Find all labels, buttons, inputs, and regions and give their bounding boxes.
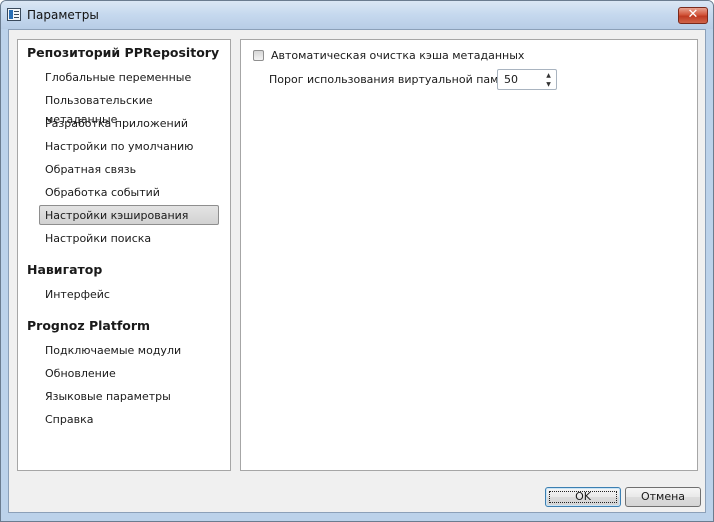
settings-nav-panel: Репозиторий PPRepository Глобальные пере… [17,39,231,471]
nav-item-global-variables[interactable]: Глобальные переменные [39,67,219,87]
nav-item-interface[interactable]: Интерфейс [39,284,219,304]
nav-group-title-platform: Prognoz Platform [27,318,151,333]
vm-threshold-spinbox[interactable]: ▲ ▼ [497,69,557,90]
dialog-body: Репозиторий PPRepository Глобальные пере… [8,29,706,513]
nav-item-default-settings[interactable]: Настройки по умолчанию [39,136,219,156]
title-bar[interactable]: Параметры ✕ [1,1,713,29]
close-button[interactable]: ✕ [678,7,708,24]
nav-item-plugins[interactable]: Подключаемые модули [39,340,219,360]
focus-rectangle [549,491,617,503]
vm-threshold-input[interactable] [504,72,540,87]
window-title: Параметры [27,8,99,22]
nav-item-user-metadata[interactable]: Пользовательские метаданные [39,90,219,126]
ok-button[interactable]: OK [545,487,621,507]
nav-item-language-settings[interactable]: Языковые параметры [39,386,219,406]
auto-clear-cache-checkbox[interactable] [253,50,264,61]
parameters-dialog: Параметры ✕ Репозиторий PPRepository Гло… [0,0,714,522]
spin-down-icon[interactable]: ▼ [544,80,553,89]
nav-group-title-navigator: Навигатор [27,262,103,277]
nav-item-update[interactable]: Обновление [39,363,219,383]
nav-item-caching-settings[interactable]: Настройки кэширования [39,205,219,225]
nav-group-title-repository: Репозиторий PPRepository [27,45,220,60]
app-window-icon [7,8,21,21]
vm-threshold-label: Порог использования виртуальной памяти: [269,73,523,86]
cancel-button[interactable]: Отмена [625,487,701,507]
nav-item-help[interactable]: Справка [39,409,219,429]
nav-item-app-development[interactable]: Разработка приложений [39,113,219,133]
settings-content-panel: Автоматическая очистка кэша метаданных П… [240,39,698,471]
nav-item-feedback[interactable]: Обратная связь [39,159,219,179]
auto-clear-cache-label[interactable]: Автоматическая очистка кэша метаданных [271,49,524,62]
nav-item-search-settings[interactable]: Настройки поиска [39,228,219,248]
nav-item-event-handling[interactable]: Обработка событий [39,182,219,202]
spin-up-icon[interactable]: ▲ [544,71,553,80]
